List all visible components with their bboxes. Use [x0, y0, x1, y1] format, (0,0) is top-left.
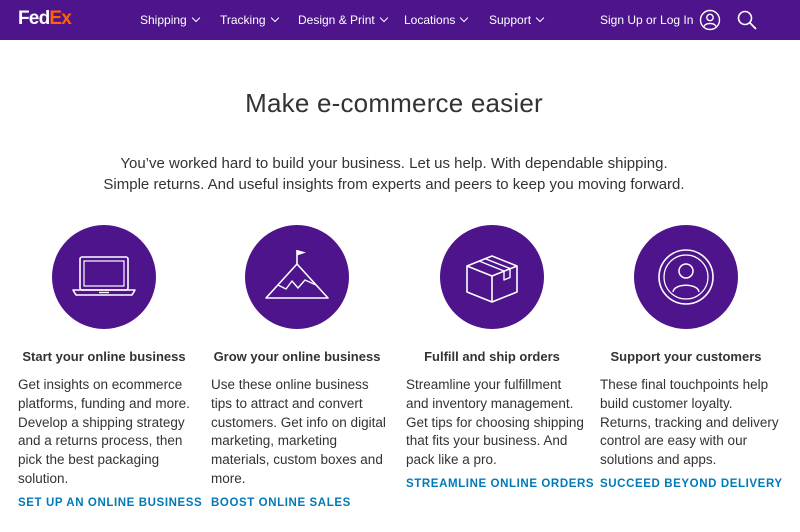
nav-item-support[interactable]: Support	[489, 0, 545, 40]
box-icon	[466, 255, 518, 303]
nav-item-shipping[interactable]: Shipping	[140, 0, 200, 40]
nav-item-tracking[interactable]: Tracking	[220, 0, 279, 40]
chevron-down-icon	[270, 13, 279, 23]
nav-label: Tracking	[220, 13, 266, 27]
feature-icon-circle	[440, 225, 544, 329]
feature-title: Start your online business	[22, 349, 186, 364]
user-circle-icon	[700, 9, 721, 31]
boost-online-sales-link[interactable]: BOOST ONLINE SALES	[211, 497, 401, 509]
nav-item-locations[interactable]: Locations	[404, 0, 469, 40]
feature-title: Grow your online business	[213, 349, 381, 364]
feature-description: Get insights on ecommerce platforms, fun…	[18, 377, 190, 486]
subtitle-line: Simple returns. And useful insights from…	[103, 176, 685, 193]
feature-icon-circle	[245, 225, 349, 329]
feature-grow-business: Grow your online business Use these onli…	[211, 225, 401, 509]
logo-fed: Fed	[18, 8, 50, 29]
nav-item-design-print[interactable]: Design & Print	[298, 0, 388, 40]
succeed-beyond-delivery-link[interactable]: SUCCEED BEYOND DELIVERY	[600, 478, 790, 490]
feature-description: Use these online business tips to attrac…	[211, 377, 386, 486]
laptop-icon	[72, 256, 136, 296]
feature-description: Streamline your fulfillment and inventor…	[406, 377, 584, 468]
chevron-down-icon	[535, 13, 545, 23]
feature-title: Support your customers	[610, 349, 762, 364]
page-title: Make e-commerce easier	[245, 88, 543, 118]
chevron-down-icon	[460, 13, 469, 23]
subtitle-line: You’ve worked hard to build your busines…	[120, 155, 668, 172]
nav-label: Shipping	[140, 13, 187, 27]
chevron-down-icon	[379, 13, 388, 23]
nav-label: Design & Print	[298, 13, 375, 27]
feature-start-business: Start your online business Get insights …	[18, 225, 208, 509]
feature-title: Fulfill and ship orders	[424, 349, 560, 364]
logo-ex: Ex	[49, 8, 72, 29]
feature-description: These final touchpoints help build custo…	[600, 377, 779, 468]
streamline-online-orders-link[interactable]: STREAMLINE ONLINE ORDERS	[406, 478, 596, 490]
chevron-down-icon	[191, 13, 200, 23]
fedex-logo[interactable]: FedEx	[18, 8, 72, 29]
feature-icon-circle	[52, 225, 156, 329]
nav-label: Locations	[404, 13, 456, 27]
feature-icon-circle	[634, 225, 738, 329]
signin-label: Sign Up or Log In	[600, 13, 694, 27]
feature-support-customers: Support your customers These final touch…	[600, 225, 790, 490]
customer-icon	[658, 249, 714, 305]
mountain-flag-icon	[265, 250, 329, 299]
sign-up-log-in-link[interactable]: Sign Up or Log In	[600, 0, 721, 40]
search-icon[interactable]	[736, 9, 758, 31]
nav-label: Support	[489, 13, 532, 27]
set-up-online-business-link[interactable]: SET UP AN ONLINE BUSINESS	[18, 497, 208, 509]
page-subtitle: You’ve worked hard to build your busines…	[0, 153, 788, 195]
top-nav-bar: FedEx Shipping Tracking Design & Print L…	[0, 0, 800, 40]
feature-fulfill-orders: Fulfill and ship orders Streamline your …	[406, 225, 596, 490]
